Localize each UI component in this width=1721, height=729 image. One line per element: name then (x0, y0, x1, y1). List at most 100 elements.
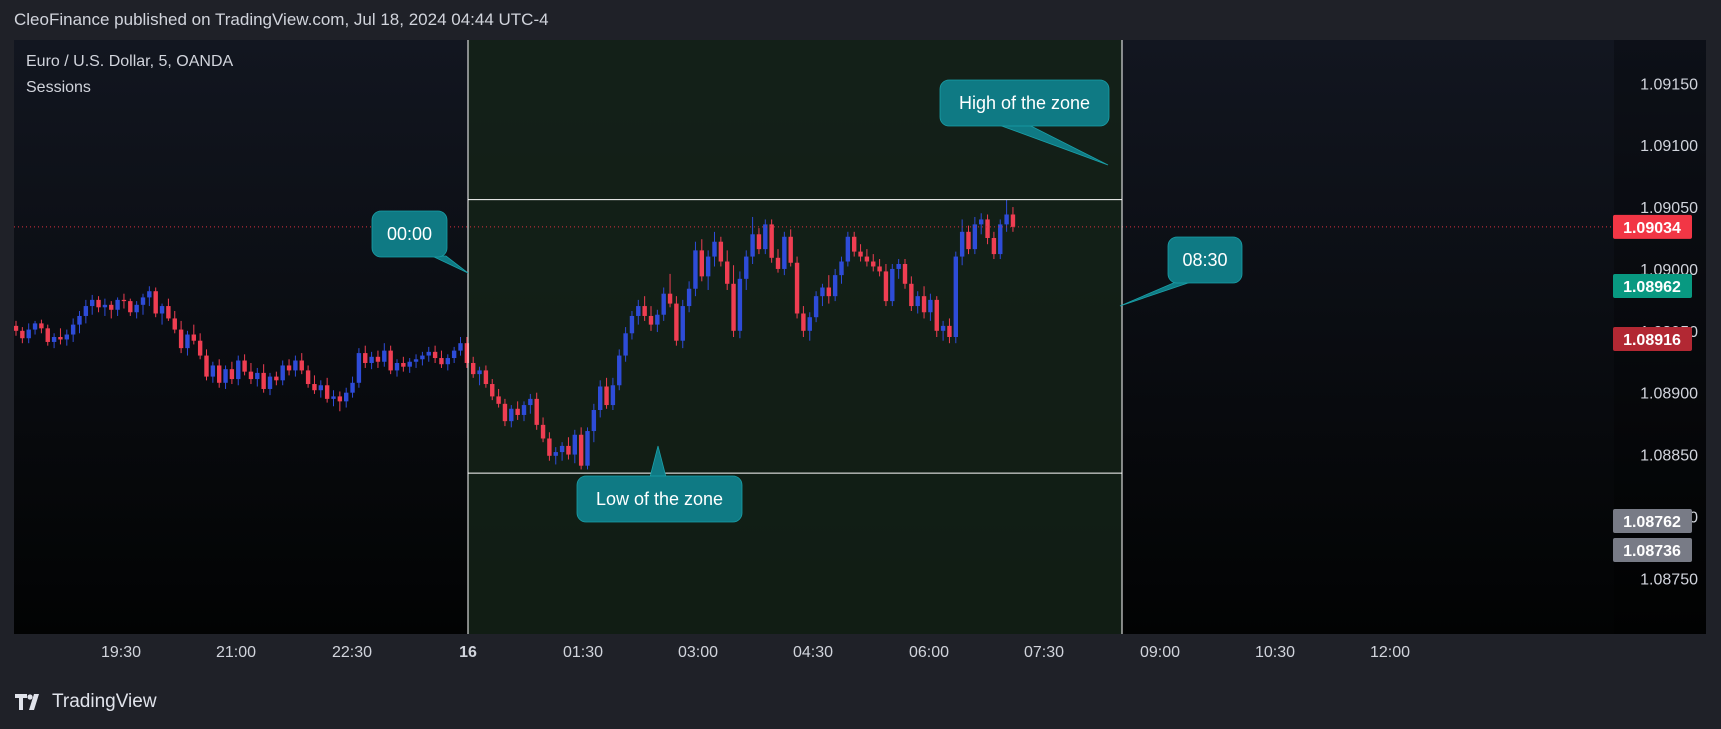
candle-body (458, 343, 463, 351)
candle-body (350, 382, 355, 393)
candle-body (305, 370, 311, 385)
candle-body (629, 315, 635, 334)
candle-body (1010, 214, 1016, 227)
price-label-text: 1.09034 (1623, 220, 1681, 237)
candle-body (661, 293, 666, 315)
publisher-header: CleoFinance published on TradingView.com… (14, 10, 549, 29)
candle-body (871, 261, 876, 267)
candle (845, 231, 851, 267)
zone-low-callout-text: Low of the zone (596, 489, 723, 509)
footer-brand[interactable]: TradingView (14, 691, 157, 713)
candle-body (128, 301, 133, 313)
candle-body (280, 365, 285, 381)
candle-body (566, 445, 571, 455)
candle-body (598, 386, 603, 411)
x-tick-label: 12:00 (1370, 644, 1410, 661)
candle-body (248, 371, 254, 380)
time-axis[interactable]: 19:30 21:00 22:30 16 01:30 03:00 04:30 06:00 07:… (101, 644, 1410, 661)
candle-body (1004, 214, 1009, 225)
candle-body (547, 438, 552, 456)
candle-body (921, 296, 927, 313)
y-tick-label: 1.09100 (1640, 138, 1698, 155)
candle-body (496, 396, 501, 404)
candle-body (655, 314, 660, 325)
candle-body (502, 403, 508, 422)
candle-body (737, 278, 743, 331)
candle-body (712, 241, 717, 257)
y-tick-label: 1.08750 (1640, 571, 1698, 588)
candle-body (553, 452, 558, 456)
price-label: 1.08962 (1613, 274, 1692, 298)
candle-body (318, 385, 323, 391)
indicator-legend[interactable]: Sessions (26, 79, 91, 97)
candle-body (585, 431, 590, 466)
candle-body (845, 236, 851, 262)
candle-body (90, 299, 95, 307)
candlestick-chart[interactable]: 19:30 21:00 22:30 16 01:30 03:00 04:30 06:00 07:… (14, 40, 1706, 674)
candle-body (623, 333, 628, 356)
candle-body (528, 398, 533, 406)
candle-body (413, 359, 419, 362)
candle-body (236, 360, 241, 380)
candle-body (134, 304, 139, 313)
candle-body (363, 353, 368, 363)
candle-body (998, 224, 1003, 255)
x-tick-label: 21:00 (216, 644, 256, 661)
tradingview-logo-icon (15, 694, 39, 710)
price-label-text: 1.08962 (1623, 279, 1681, 296)
price-label-text: 1.08916 (1623, 332, 1681, 349)
x-tick-label: 06:00 (909, 644, 949, 661)
candle-body (324, 385, 330, 399)
x-tick-label: 10:30 (1255, 644, 1295, 661)
candle-body (763, 224, 768, 250)
candle-body (26, 329, 31, 339)
candle-body (217, 365, 222, 383)
candle-body (172, 318, 177, 330)
price-label: 1.08736 (1613, 538, 1692, 562)
candle-body (699, 250, 704, 277)
candle-body (477, 370, 482, 375)
candle-body (70, 324, 76, 335)
candle-body (490, 384, 495, 397)
zone-start-callout-text: 00:00 (387, 224, 432, 244)
candle-body (572, 434, 577, 455)
candle-body (426, 351, 431, 356)
candle-body (153, 291, 158, 314)
candle-body (934, 299, 939, 331)
candle-body (832, 275, 838, 297)
candle-body (39, 323, 44, 329)
candle-body (966, 231, 971, 250)
x-tick-label: 01:30 (563, 644, 603, 661)
candle (953, 251, 958, 344)
price-label-text: 1.08762 (1623, 514, 1681, 531)
symbol-legend[interactable]: Euro / U.S. Dollar, 5, OANDA (26, 53, 233, 71)
candle-body (191, 334, 196, 341)
candle-body (521, 405, 527, 415)
candle-body (896, 263, 901, 269)
candle-body (559, 445, 565, 453)
candle-body (604, 386, 609, 406)
x-tick-label: 22:30 (332, 644, 372, 661)
candle-body (636, 306, 641, 316)
candle (737, 271, 743, 339)
candle-body (337, 396, 343, 402)
candle (674, 296, 679, 346)
candle (585, 427, 590, 470)
candle-body (312, 384, 317, 391)
candle-body (420, 355, 425, 360)
candle-body (147, 291, 152, 298)
candle-body (515, 408, 520, 415)
candle-body (369, 356, 374, 363)
candle-body (197, 340, 203, 356)
candle-body (293, 360, 298, 371)
candle-body (731, 283, 736, 331)
x-tick-label: 19:30 (101, 644, 141, 661)
candle-body (947, 325, 952, 337)
price-label-text: 1.08736 (1623, 543, 1681, 560)
candle-body (667, 293, 673, 304)
candle-body (915, 296, 920, 307)
candle-body (83, 306, 89, 316)
candle-body (274, 376, 279, 381)
chart-panel[interactable]: 19:30 21:00 22:30 16 01:30 03:00 04:30 06:00 07:… (14, 40, 1706, 674)
candle-body (242, 360, 247, 372)
